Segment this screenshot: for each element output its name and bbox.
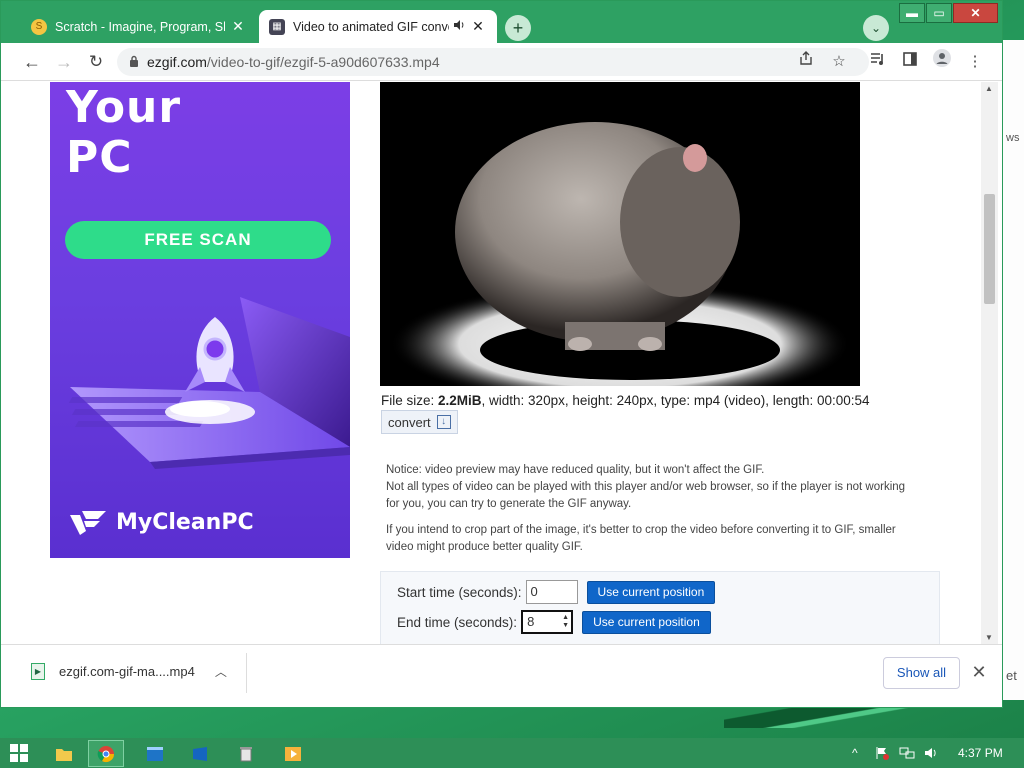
end-time-input[interactable]: 8 ▲ ▼ <box>521 610 574 634</box>
ad-headline-line1: Your <box>66 82 182 133</box>
notice-line-1: Notice: video preview may have reduced q… <box>386 464 765 476</box>
ezgif-favicon-icon: ▦ <box>269 18 285 35</box>
file-info-label: File size: <box>381 393 439 408</box>
new-tab-button[interactable]: + <box>505 15 531 41</box>
show-all-button[interactable]: Show all <box>883 657 960 689</box>
time-controls-panel: Start time (seconds): 0 Use current posi… <box>380 571 940 644</box>
media-player-icon[interactable] <box>275 740 311 767</box>
tab-ezgif[interactable]: ▦ Video to animated GIF converter ✕ <box>259 10 497 43</box>
tab-scratch[interactable]: S Scratch - Imagine, Program, Share ✕ <box>21 10 257 43</box>
close-window-button[interactable]: ✕ <box>953 3 998 23</box>
convert-label: convert <box>388 414 431 430</box>
start-time-label: Start time (seconds): <box>397 584 522 600</box>
url-host: ezgif.com <box>147 54 207 70</box>
end-time-row: End time (seconds): 8 ▲ ▼ Use current pos… <box>397 610 711 634</box>
end-time-value: 8 <box>527 614 535 629</box>
minimize-button[interactable]: ▬ <box>899 3 925 23</box>
recycle-bin-icon[interactable] <box>228 740 264 767</box>
file-info: File size: 2.2MiB, width: 320px, height:… <box>381 393 870 408</box>
forward-arrow-icon[interactable]: → <box>51 49 77 75</box>
browser-window: S Scratch - Imagine, Program, Share ✕ ▦ … <box>0 0 1003 708</box>
reload-icon[interactable]: ↻ <box>83 49 109 75</box>
windows-start-icon[interactable] <box>10 744 28 762</box>
tab-title: Scratch - Imagine, Program, Share <box>55 19 225 34</box>
mycleanpc-logo-icon <box>70 511 106 535</box>
convert-button[interactable]: convert ↓ <box>381 410 458 434</box>
browser-toolbar: ← → ↻ ezgif.com/video-to-gif/ezgif-5-a90… <box>1 43 1002 81</box>
use-current-position-start-button[interactable]: Use current position <box>586 580 716 604</box>
ad-brand: MyCleanPC <box>68 507 254 537</box>
divider <box>246 653 247 693</box>
notice-line-3: If you intend to crop part of the image,… <box>386 524 896 553</box>
start-time-row: Start time (seconds): 0 Use current posi… <box>397 580 716 604</box>
lock-icon[interactable] <box>129 55 139 70</box>
scroll-thumb[interactable] <box>984 194 995 304</box>
speaker-icon[interactable] <box>453 19 465 34</box>
background-window-text-2: et <box>1006 668 1017 683</box>
advertisement[interactable]: Your PC FREE SCAN MyCleanPC <box>50 82 350 558</box>
tray-show-hidden-icon[interactable]: ^ <box>852 746 858 760</box>
back-arrow-icon[interactable]: ← <box>19 49 45 75</box>
chrome-icon[interactable] <box>88 740 124 767</box>
store-app-icon[interactable] <box>182 740 218 767</box>
video-player[interactable] <box>380 82 860 386</box>
flag-alert-icon[interactable] <box>875 746 889 763</box>
tab-strip: S Scratch - Imagine, Program, Share ✕ ▦ … <box>1 1 1002 43</box>
end-time-label: End time (seconds): <box>397 614 518 630</box>
chevron-up-icon[interactable]: ︿ <box>215 663 227 680</box>
scroll-up-arrow-icon[interactable]: ▲ <box>985 84 993 93</box>
media-controls-icon[interactable] <box>865 49 891 75</box>
background-window[interactable]: ws et <box>1002 40 1024 700</box>
tab-title: Video to animated GIF converter <box>293 19 449 34</box>
close-download-bar-icon[interactable]: ✕ <box>969 660 989 684</box>
file-size-value: 2.2MiB <box>438 393 482 408</box>
ad-brand-name: MyCleanPC <box>116 509 254 535</box>
clock[interactable]: 4:37 PM <box>958 746 1003 760</box>
volume-icon[interactable] <box>924 746 938 763</box>
notice-line-2: Not all types of video can be played wit… <box>386 481 906 510</box>
tab-close-icon[interactable]: ✕ <box>469 18 487 35</box>
page-scrollbar[interactable]: ▲ ▼ <box>981 82 998 644</box>
number-spinner-icon[interactable]: ▲ ▼ <box>562 614 569 630</box>
kebab-menu-icon[interactable]: ⋮ <box>962 49 988 75</box>
scroll-down-arrow-icon[interactable]: ▼ <box>985 633 993 642</box>
start-time-input[interactable]: 0 <box>525 580 578 604</box>
video-frame-hamster <box>380 82 860 386</box>
url-path: /video-to-gif/ezgif-5-a90d607633.mp4 <box>206 54 440 70</box>
ad-headline-line2: PC <box>66 132 133 183</box>
file-explorer-icon[interactable] <box>46 740 82 767</box>
window-app-icon[interactable] <box>137 740 173 767</box>
profile-avatar-icon[interactable] <box>929 49 955 75</box>
free-scan-button[interactable]: FREE SCAN <box>65 221 331 259</box>
address-bar[interactable]: ezgif.com/video-to-gif/ezgif-5-a90d60763… <box>117 48 869 76</box>
maximize-button[interactable]: ▭ <box>926 3 952 23</box>
use-current-position-end-button[interactable]: Use current position <box>582 610 711 634</box>
tab-search-chevron-icon[interactable]: ⌄ <box>863 15 889 41</box>
page-content: Your PC FREE SCAN MyCleanPC File size: 2… <box>1 82 981 644</box>
download-arrow-icon: ↓ <box>436 415 451 429</box>
laptop-rocket-illustration <box>68 297 350 469</box>
tab-close-icon[interactable]: ✕ <box>229 18 247 35</box>
download-bar: ▶ ezgif.com-gif-ma....mp4 ︿ Show all ✕ <box>1 644 1002 700</box>
background-window-text: ws <box>1006 132 1020 144</box>
file-info-details: , width: 320px, height: 240px, type: mp4… <box>481 393 870 408</box>
share-icon[interactable] <box>793 49 819 75</box>
side-panel-icon[interactable] <box>897 49 923 75</box>
download-filename: ezgif.com-gif-ma....mp4 <box>59 664 195 679</box>
bookmark-star-icon[interactable]: ☆ <box>826 49 852 75</box>
notice-text: Notice: video preview may have reduced q… <box>386 462 906 565</box>
scratch-favicon-icon: S <box>31 18 47 35</box>
video-file-icon: ▶ <box>31 663 45 680</box>
download-item[interactable]: ▶ ezgif.com-gif-ma....mp4 ︿ <box>31 663 227 680</box>
taskbar: ^ 4:37 PM <box>0 738 1024 768</box>
network-icon[interactable] <box>899 746 915 763</box>
